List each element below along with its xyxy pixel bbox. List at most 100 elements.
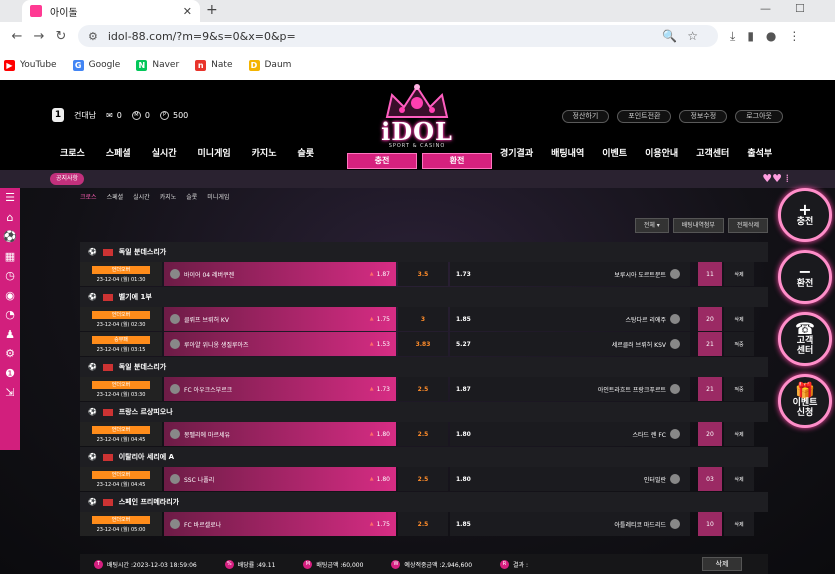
- cross-icon[interactable]: ⚽: [0, 227, 20, 247]
- draw-odd[interactable]: 3.83: [398, 332, 448, 356]
- team-logo-icon: [170, 269, 180, 279]
- site-logo[interactable]: iDOL SPORT & CASINO: [372, 83, 462, 155]
- away-pick[interactable]: 1.73 보루시아 도르트문트: [450, 262, 690, 286]
- delete-bet-button[interactable]: 삭제: [702, 557, 742, 571]
- quick-event-button[interactable]: 🎁 이벤트 신청: [778, 374, 832, 428]
- team-logo-icon: [670, 384, 680, 394]
- profile-icon[interactable]: ●: [766, 29, 776, 43]
- delete-all-button[interactable]: 전체삭제: [727, 218, 768, 233]
- home-icon[interactable]: ⌂: [0, 208, 20, 228]
- live-icon[interactable]: ◷: [0, 266, 20, 286]
- home-pick[interactable]: 바이어 04 레버쿠젠 ▲ 1.87: [164, 262, 396, 286]
- draw-odd[interactable]: 3: [398, 307, 448, 331]
- close-icon[interactable]: ✕: [183, 5, 192, 18]
- address-row: ← → ↻ ⚙ idol-88.com/?m=9&s=0&x=0&p= 🔍☆ ⤓…: [0, 22, 835, 50]
- draw-odd[interactable]: 2.5: [398, 467, 448, 491]
- quick-support-button[interactable]: ☎ 고객 센터: [778, 312, 832, 366]
- tab-casino[interactable]: 카지노: [160, 192, 177, 201]
- game-icon[interactable]: ◔: [0, 305, 20, 325]
- bookmark-google[interactable]: G Google: [72, 59, 120, 71]
- casino-icon[interactable]: ◉: [0, 286, 20, 306]
- forward-icon[interactable]: →: [28, 29, 50, 44]
- draw-odd[interactable]: 3.5: [398, 262, 448, 286]
- bookmark-nate[interactable]: n Nate: [195, 59, 233, 71]
- m-balance: M0: [131, 110, 150, 120]
- bookmark-naver[interactable]: N Naver: [136, 59, 179, 71]
- sidepanel-icon[interactable]: ▮: [747, 29, 754, 43]
- nav-support[interactable]: 고객센터: [696, 146, 729, 159]
- nav-bet-history[interactable]: 배팅내역: [551, 146, 584, 159]
- nav-live[interactable]: 실시간: [152, 146, 177, 159]
- maximize-icon[interactable]: ☐: [795, 2, 805, 15]
- download-icon[interactable]: ⤓: [730, 29, 735, 44]
- away-pick[interactable]: 1.80 인터밀란: [450, 467, 690, 491]
- away-odd: 1.87: [456, 385, 471, 393]
- home-pick[interactable]: FC 아우크스부르크 ▲ 1.73: [164, 377, 396, 401]
- deposit-button[interactable]: 충전: [347, 153, 417, 169]
- nate-icon: n: [195, 59, 207, 71]
- home-pick[interactable]: SSC 나폴리 ▲ 1.80: [164, 467, 396, 491]
- home-pick[interactable]: 몽펠리에 마르세유 ▲ 1.80: [164, 422, 396, 446]
- back-icon[interactable]: ←: [6, 29, 28, 44]
- draw-odd[interactable]: 2.5: [398, 512, 448, 536]
- tab-live[interactable]: 실시간: [133, 192, 150, 201]
- quick-withdraw-button[interactable]: − 환전: [778, 250, 832, 304]
- bookmark-daum[interactable]: D Daum: [248, 59, 291, 71]
- nav-slot[interactable]: 슬롯: [298, 146, 315, 159]
- level-badge-icon[interactable]: ❶: [0, 364, 20, 384]
- market-badge: 언더오버: [92, 515, 150, 524]
- quick-deposit-button[interactable]: + 충전: [778, 188, 832, 242]
- edit-info-button[interactable]: 정보수정: [679, 110, 728, 123]
- game-count: 20: [698, 422, 722, 446]
- tab-minigame[interactable]: 미니게임: [207, 192, 229, 201]
- away-pick[interactable]: 5.27 세르클러 브뤼허 KSV: [450, 332, 690, 356]
- logout-icon[interactable]: ⇲: [0, 383, 20, 403]
- logout-button[interactable]: 로그아웃: [735, 110, 783, 123]
- messages[interactable]: ✉ 0: [106, 111, 122, 120]
- nav-results[interactable]: 경기결과: [500, 146, 533, 159]
- bookmark-youtube[interactable]: ▶ YouTube: [4, 59, 57, 71]
- minimize-icon[interactable]: —: [760, 2, 771, 15]
- nav-casino[interactable]: 카지노: [252, 146, 277, 159]
- reload-icon[interactable]: ↻: [50, 29, 72, 44]
- menu-icon[interactable]: ⋮: [788, 29, 800, 43]
- settings-icon[interactable]: ⚙: [0, 344, 20, 364]
- nav-special[interactable]: 스페셜: [106, 146, 131, 159]
- withdraw-button[interactable]: 환전: [422, 153, 492, 169]
- nav-cross[interactable]: 크로스: [60, 146, 85, 159]
- draw-odd[interactable]: 2.5: [398, 377, 448, 401]
- home-pick[interactable]: 클뤼프 브뤼허 KV ▲ 1.75: [164, 307, 396, 331]
- down-arrow-icon: ▲: [369, 476, 374, 482]
- menu-icon[interactable]: ☰: [0, 188, 20, 208]
- draw-odd[interactable]: 2.5: [398, 422, 448, 446]
- away-team: 인터밀란: [643, 476, 666, 484]
- nav-event[interactable]: 이벤트: [602, 146, 627, 159]
- nav-guide[interactable]: 이용안내: [645, 146, 678, 159]
- crown-icon: [385, 84, 449, 118]
- point-balance: P 500: [159, 110, 188, 120]
- browser-tab[interactable]: 아이돌 ✕: [22, 0, 200, 22]
- tab-cross[interactable]: 크로스: [80, 192, 97, 201]
- away-pick[interactable]: 1.85 아틀레티코 마드리드: [450, 512, 690, 536]
- away-pick[interactable]: 1.87 아인트라흐트 프랑크푸르트: [450, 377, 690, 401]
- attach-history-button[interactable]: 배팅내역첨부: [672, 218, 724, 233]
- special-icon[interactable]: ▦: [0, 247, 20, 267]
- notice-button[interactable]: 공지사항: [50, 173, 85, 185]
- point-convert-button[interactable]: 포인트전환: [617, 110, 672, 123]
- url-bar[interactable]: ⚙ idol-88.com/?m=9&s=0&x=0&p= 🔍☆: [78, 25, 718, 47]
- home-pick[interactable]: FC 바르셀로나 ▲ 1.75: [164, 512, 396, 536]
- settle-button[interactable]: 정산하기: [561, 110, 610, 123]
- sport-tabs: 크로스 스페셜 실시간 카지노 슬롯 미니게임: [80, 188, 768, 204]
- user-icon[interactable]: ♟: [0, 325, 20, 345]
- nav-minigame[interactable]: 미니게임: [198, 146, 231, 159]
- away-pick[interactable]: 1.85 스탕다르 리에주: [450, 307, 690, 331]
- site-settings-icon[interactable]: ⚙: [88, 30, 98, 43]
- zoom-star-icons[interactable]: 🔍☆: [662, 29, 708, 43]
- filter-select[interactable]: 전체 ▾: [634, 218, 669, 233]
- home-pick[interactable]: 루아얄 위니옹 생질루아즈 ▲ 1.53: [164, 332, 396, 356]
- new-tab-icon[interactable]: +: [206, 2, 218, 18]
- nav-attendance[interactable]: 출석부: [747, 146, 772, 159]
- away-pick[interactable]: 1.80 스타드 렌 FC: [450, 422, 690, 446]
- tab-special[interactable]: 스페셜: [107, 192, 124, 201]
- tab-slot[interactable]: 슬롯: [186, 192, 197, 201]
